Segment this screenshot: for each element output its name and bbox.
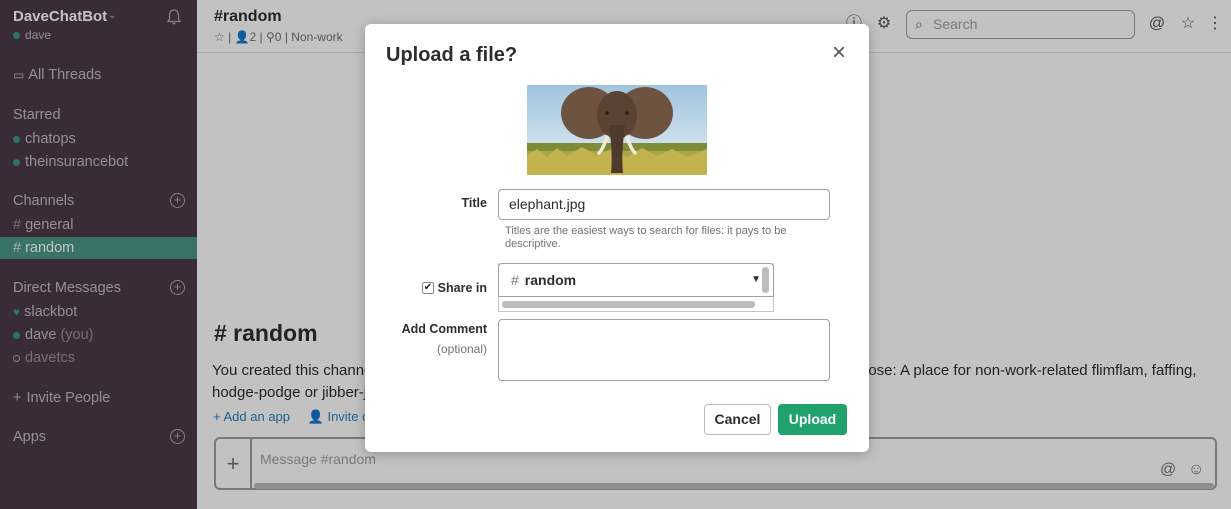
dialog-title: Upload a file?: [386, 44, 518, 66]
hash-icon: #: [511, 272, 519, 288]
title-field-label: Title: [461, 196, 487, 210]
comment-optional-label: (optional): [436, 342, 487, 356]
share-horizontal-scrollbar[interactable]: [502, 301, 755, 308]
title-input[interactable]: elephant.jpg: [498, 189, 830, 220]
caret-down-icon: ▼: [751, 274, 761, 285]
upload-button[interactable]: Upload: [778, 404, 847, 435]
comment-input[interactable]: [498, 319, 830, 381]
share-in-label: Share in: [437, 281, 487, 295]
close-icon[interactable]: ×: [827, 41, 851, 66]
cancel-button[interactable]: Cancel: [704, 404, 771, 435]
share-channel-select[interactable]: # random ▼: [498, 263, 774, 297]
title-hint: Titles are the easiest ways to search fo…: [505, 225, 787, 250]
share-vertical-scrollbar[interactable]: [762, 267, 769, 293]
upload-dialog: Upload a file? × Title elephant.jpg Titl…: [365, 24, 869, 452]
share-channel-value: random: [524, 272, 577, 288]
share-checkbox[interactable]: ✔: [422, 282, 434, 294]
comment-label: Add Comment: [401, 322, 487, 336]
elephant-image-preview: [527, 85, 707, 175]
